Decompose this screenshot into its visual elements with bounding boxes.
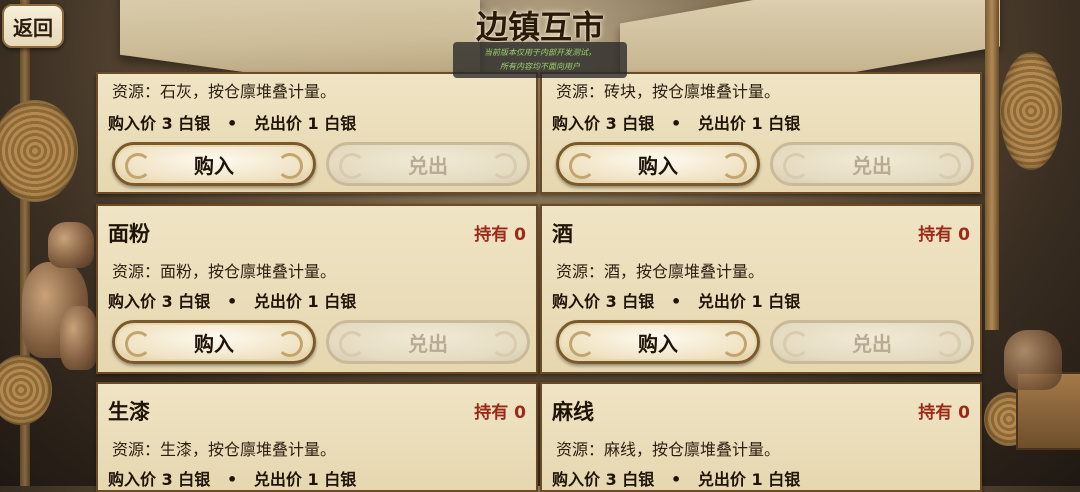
sell-button[interactable]: 兑出 bbox=[770, 142, 974, 186]
cloud-ornament-icon bbox=[491, 331, 517, 357]
glass-jar bbox=[1004, 330, 1062, 390]
trade-card-flour: 面粉 持有 0 资源：面粉，按仓廪堆叠计量。 购入价 3 白银 • 兑出价 1 … bbox=[96, 204, 538, 374]
item-prices: 购入价 3 白银 • 兑出价 1 白银 bbox=[552, 470, 801, 489]
cloud-ornament-icon bbox=[783, 153, 809, 179]
sell-button[interactable]: 兑出 bbox=[770, 320, 974, 364]
cloud-ornament-icon bbox=[569, 153, 595, 179]
item-holding: 持有 0 bbox=[474, 403, 526, 423]
dev-notice: 当前版本仅用于内部开发测试， 所有内容均不面向用户 bbox=[453, 42, 627, 78]
basket bbox=[0, 355, 52, 425]
cloud-ornament-icon bbox=[783, 331, 809, 357]
item-prices: 购入价 3 白银 • 兑出价 1 白银 bbox=[108, 114, 357, 133]
trade-card-brick: 资源：砖块，按仓廪堆叠计量。 购入价 3 白银 • 兑出价 1 白银 购入 兑出 bbox=[540, 72, 982, 194]
sell-label: 兑出 bbox=[852, 153, 892, 178]
buy-label: 购入 bbox=[194, 153, 234, 178]
cloud-ornament-icon bbox=[721, 153, 747, 179]
sell-button[interactable]: 兑出 bbox=[326, 320, 530, 364]
sell-label: 兑出 bbox=[852, 331, 892, 356]
cloud-ornament-icon bbox=[935, 153, 961, 179]
item-name: 麻线 bbox=[552, 400, 594, 424]
item-holding: 持有 0 bbox=[918, 225, 970, 245]
bamboo-pole bbox=[985, 0, 999, 330]
buy-label: 购入 bbox=[638, 331, 678, 356]
notice-line: 当前版本仅用于内部开发测试， bbox=[484, 48, 596, 57]
cloud-ornament-icon bbox=[125, 331, 151, 357]
sell-label: 兑出 bbox=[408, 153, 448, 178]
cloud-ornament-icon bbox=[569, 331, 595, 357]
buy-button[interactable]: 购入 bbox=[112, 320, 316, 364]
item-name: 面粉 bbox=[108, 222, 150, 246]
clay-jar bbox=[60, 306, 98, 370]
item-holding: 持有 0 bbox=[474, 225, 526, 245]
cloud-ornament-icon bbox=[277, 153, 303, 179]
cloud-ornament-icon bbox=[339, 331, 365, 357]
item-source: 资源：砖块，按仓廪堆叠计量。 bbox=[556, 82, 781, 101]
trade-card-lime: 资源：石灰，按仓廪堆叠计量。 购入价 3 白银 • 兑出价 1 白银 购入 兑出 bbox=[96, 72, 538, 194]
notice-line: 所有内容均不面向用户 bbox=[500, 62, 580, 71]
item-prices: 购入价 3 白银 • 兑出价 1 白银 bbox=[108, 470, 357, 489]
buy-label: 购入 bbox=[194, 331, 234, 356]
buy-label: 购入 bbox=[638, 153, 678, 178]
item-source: 资源：面粉，按仓廪堆叠计量。 bbox=[112, 262, 337, 281]
item-source: 资源：酒，按仓廪堆叠计量。 bbox=[556, 262, 765, 281]
trade-card-lacquer: 生漆 持有 0 资源：生漆，按仓廪堆叠计量。 购入价 3 白银 • 兑出价 1 … bbox=[96, 382, 538, 492]
trade-card-wine: 酒 持有 0 资源：酒，按仓廪堆叠计量。 购入价 3 白银 • 兑出价 1 白银… bbox=[540, 204, 982, 374]
item-holding: 持有 0 bbox=[918, 403, 970, 423]
buy-button[interactable]: 购入 bbox=[556, 142, 760, 186]
cloud-ornament-icon bbox=[339, 153, 365, 179]
buy-button[interactable]: 购入 bbox=[112, 142, 316, 186]
cloud-ornament-icon bbox=[277, 331, 303, 357]
item-name: 生漆 bbox=[108, 400, 150, 424]
cloud-ornament-icon bbox=[125, 153, 151, 179]
item-prices: 购入价 3 白银 • 兑出价 1 白银 bbox=[552, 292, 801, 311]
cloud-ornament-icon bbox=[491, 153, 517, 179]
back-button[interactable]: 返回 bbox=[2, 4, 64, 48]
cloud-ornament-icon bbox=[721, 331, 747, 357]
straw-hat bbox=[1000, 52, 1062, 170]
item-source: 资源：麻线，按仓廪堆叠计量。 bbox=[556, 440, 781, 459]
item-name: 酒 bbox=[552, 222, 573, 246]
item-source: 资源：生漆，按仓廪堆叠计量。 bbox=[112, 440, 337, 459]
item-prices: 购入价 3 白银 • 兑出价 1 白银 bbox=[552, 114, 801, 133]
sell-button[interactable]: 兑出 bbox=[326, 142, 530, 186]
item-prices: 购入价 3 白银 • 兑出价 1 白银 bbox=[108, 292, 357, 311]
clay-jar bbox=[48, 222, 94, 268]
item-source: 资源：石灰，按仓廪堆叠计量。 bbox=[112, 82, 337, 101]
cloud-ornament-icon bbox=[935, 331, 961, 357]
sell-label: 兑出 bbox=[408, 331, 448, 356]
hanging-basket bbox=[0, 100, 78, 202]
trade-card-hemp-thread: 麻线 持有 0 资源：麻线，按仓廪堆叠计量。 购入价 3 白银 • 兑出价 1 … bbox=[540, 382, 982, 492]
buy-button[interactable]: 购入 bbox=[556, 320, 760, 364]
